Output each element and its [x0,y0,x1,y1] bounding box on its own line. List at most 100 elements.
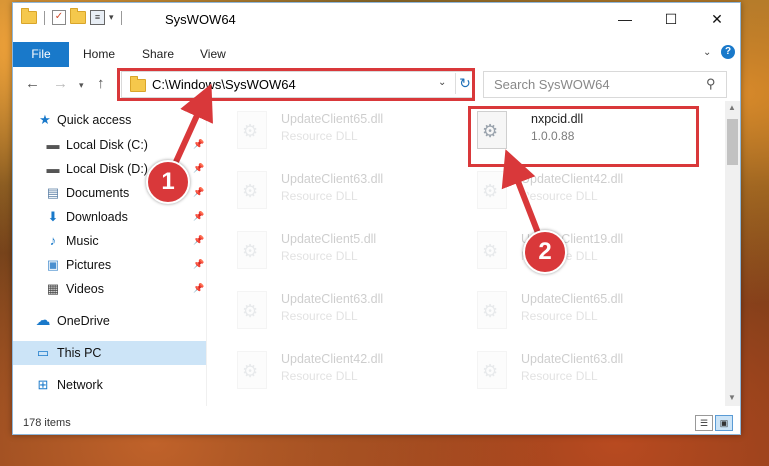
dll-file-icon [237,291,267,329]
file-description: Resource DLL [281,369,358,383]
title-bar: ✓ ≡ ▾ SysWOW64 — ☐ ✕ [13,3,740,35]
sidebar-item-label: Videos [66,282,104,296]
pin-icon[interactable]: 📌 [193,259,204,270]
star-icon: ★ [39,112,51,127]
sidebar-item-quick-access[interactable]: ★ Quick access [13,108,206,132]
sidebar-item-label: Network [57,378,103,392]
network-icon: ⊞ [37,377,49,392]
address-highlight-box [117,68,475,101]
file-description: Resource DLL [521,309,598,323]
dll-file-icon [477,231,507,269]
divider [120,10,122,25]
sidebar-item-network[interactable]: ⊞ Network [13,373,206,397]
help-icon[interactable]: ? [721,45,735,59]
new-folder-icon[interactable] [70,8,86,24]
file-description: Resource DLL [281,249,358,263]
sidebar-item-local-disk-c[interactable]: ▬ Local Disk (C:) 📌 [13,133,206,157]
dll-file-icon [237,351,267,389]
scrollbar-thumb[interactable] [727,119,738,165]
details-view-icon[interactable]: ☰ [695,415,713,431]
dll-file-icon [477,171,507,209]
tab-share[interactable]: Share [142,42,174,67]
quick-access-toolbar: ✓ ≡ ▾ [21,8,125,25]
pin-icon[interactable]: 📌 [193,163,204,174]
pictures-icon: ▣ [46,257,60,272]
explorer-window: ✓ ≡ ▾ SysWOW64 — ☐ ✕ File Home Share Vie… [12,2,741,435]
pin-icon[interactable]: 📌 [193,187,204,198]
sidebar-item-label: Downloads [66,210,128,224]
list-item[interactable]: UpdateClient19.dll Resource DLL [463,223,698,273]
pin-icon[interactable]: 📌 [193,211,204,222]
dll-file-icon [477,351,507,389]
expand-ribbon-icon[interactable]: ⌄ [703,47,711,58]
customize-toolbar-icon[interactable]: ▾ [109,12,114,23]
sidebar-item-label: Music [66,234,99,248]
pin-icon[interactable]: 📌 [193,139,204,150]
recent-locations-icon[interactable]: ▾ [79,80,84,91]
list-item[interactable]: UpdateClient42.dll Resource DLL [463,163,698,213]
sidebar-item-label: Local Disk (C:) [66,138,148,152]
download-icon: ⬇ [47,209,59,224]
sidebar-item-label: Pictures [66,258,112,272]
scroll-up-icon[interactable]: ▲ [728,103,736,112]
file-name: UpdateClient65.dll [521,292,624,306]
list-item[interactable]: UpdateClient63.dll Resource DLL [463,343,698,393]
sidebar-item-this-pc[interactable]: ▭ This PC [13,341,206,365]
file-description: Resource DLL [521,189,598,203]
list-item[interactable]: UpdateClient65.dll Resource DLL [223,103,458,153]
divider [206,101,207,406]
search-input[interactable]: Search SysWOW64 ⚲ [483,71,727,98]
close-button[interactable]: ✕ [694,3,740,35]
file-name: UpdateClient5.dll [281,232,377,246]
minimize-button[interactable]: — [602,3,648,35]
ribbon: File Home Share View ⌄ ? [13,35,740,68]
tab-home[interactable]: Home [83,42,115,67]
sidebar-item-videos[interactable]: ▦ Videos 📌 [13,277,206,301]
window-title: SysWOW64 [165,12,236,27]
sidebar-item-label: This PC [57,346,102,360]
computer-icon: ▭ [36,345,50,360]
list-item[interactable]: UpdateClient65.dll Resource DLL [463,283,698,333]
sidebar-item-label: Documents [66,186,130,200]
sidebar-item-label: Quick access [57,113,132,127]
file-name: UpdateClient63.dll [281,292,384,306]
videos-icon: ▦ [46,281,60,296]
file-name: UpdateClient42.dll [281,352,384,366]
pin-icon[interactable]: 📌 [193,235,204,246]
list-item[interactable]: UpdateClient42.dll Resource DLL [223,343,458,393]
list-item[interactable]: UpdateClient63.dll Resource DLL [223,283,458,333]
sidebar-item-music[interactable]: ♪ Music 📌 [13,229,206,253]
file-description: Resource DLL [281,129,358,143]
sidebar-item-onedrive[interactable]: ☁ OneDrive [13,309,206,333]
search-icon[interactable]: ⚲ [706,76,716,92]
navigation-pane: ★ Quick access ▬ Local Disk (C:) 📌 ▬ Loc… [13,101,206,406]
step-2-badge: 2 [523,230,567,274]
sidebar-item-downloads[interactable]: ⬇ Downloads 📌 [13,205,206,229]
forward-icon[interactable]: → [53,75,68,92]
properties-icon[interactable]: ≡ [90,10,105,25]
file-name: UpdateClient42.dll [521,172,624,186]
file-name: UpdateClient65.dll [281,112,384,126]
music-icon: ♪ [49,233,57,248]
checkmark-icon[interactable]: ✓ [52,10,66,25]
list-item[interactable]: UpdateClient63.dll Resource DLL [223,163,458,213]
drive-icon: ▬ [46,161,60,176]
up-icon[interactable]: ↑ [97,75,105,92]
vertical-scrollbar[interactable]: ▲ ▼ [725,101,740,406]
folder-icon [21,8,37,24]
large-icons-view-icon[interactable]: ▣ [715,415,733,431]
list-item[interactable]: UpdateClient5.dll Resource DLL [223,223,458,273]
pin-icon[interactable]: 📌 [193,283,204,294]
sidebar-item-pictures[interactable]: ▣ Pictures 📌 [13,253,206,277]
sidebar-item-label: OneDrive [57,314,110,328]
tab-view[interactable]: View [200,42,226,67]
file-description: Resource DLL [281,309,358,323]
scroll-down-icon[interactable]: ▼ [728,393,736,402]
maximize-button[interactable]: ☐ [648,3,694,35]
search-placeholder: Search SysWOW64 [494,77,610,92]
dll-file-icon [477,291,507,329]
file-description: Resource DLL [521,369,598,383]
back-icon[interactable]: ← [25,75,40,92]
file-name: UpdateClient63.dll [281,172,384,186]
tab-file[interactable]: File [13,42,69,67]
